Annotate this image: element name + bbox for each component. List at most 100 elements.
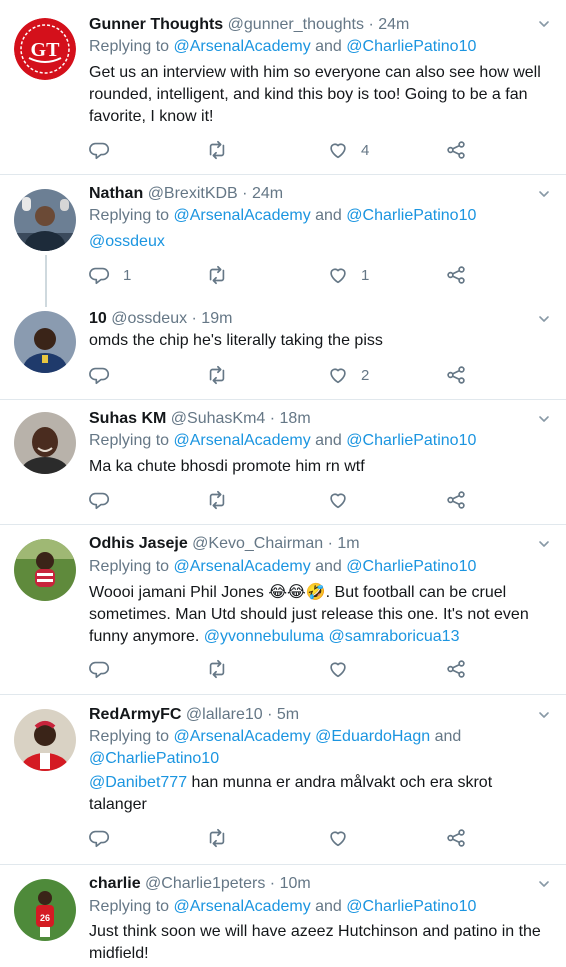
replying-and: and — [310, 898, 347, 915]
heart-icon — [327, 658, 349, 680]
share-icon — [445, 489, 467, 511]
tweet-header: 10 @ossdeux · 19m — [89, 308, 536, 330]
tweet-item[interactable]: Suhas KM @SuhasKm4 · 18m Replying to @Ar… — [0, 400, 566, 524]
reply-button[interactable] — [89, 488, 123, 512]
mention-link[interactable]: @CharliePatino10 — [89, 750, 219, 767]
mention-link[interactable]: @CharliePatino10 — [346, 432, 476, 449]
tweet-text: Ma ka chute bhosdi promote him rn wtf — [89, 458, 365, 475]
tweet-item[interactable]: GT Gunner Thoughts @gunner_thoughts · 24… — [0, 0, 566, 182]
display-name[interactable]: RedArmyFC — [89, 706, 181, 723]
svg-text:26: 26 — [40, 913, 50, 923]
tweet-item[interactable]: 10 @ossdeux · 19m omds the chip he's lit… — [0, 300, 566, 398]
mention-link[interactable]: @ArsenalAcademy — [174, 558, 311, 575]
heart-icon — [327, 364, 349, 386]
tweet-item[interactable]: RedArmyFC @lallare10 · 5m Replying to @A… — [0, 695, 566, 865]
like-button[interactable] — [327, 826, 361, 850]
tweet-item[interactable]: Odhis Jaseje @Kevo_Chairman · 1m Replyin… — [0, 525, 566, 695]
avatar[interactable]: GT — [14, 18, 76, 80]
mention-link[interactable]: @yvonnebuluma — [204, 628, 324, 645]
retweet-button[interactable] — [206, 138, 240, 162]
tweet-feed: GT Gunner Thoughts @gunner_thoughts · 24… — [0, 0, 566, 967]
like-button[interactable]: 1 — [327, 263, 369, 287]
mention-link[interactable]: @ArsenalAcademy — [174, 432, 311, 449]
chevron-down-icon[interactable] — [538, 18, 550, 30]
heart-icon — [327, 139, 349, 161]
mention-link[interactable]: @Danibet777 — [89, 774, 187, 791]
chevron-down-icon[interactable] — [538, 538, 550, 550]
tweet-header: Gunner Thoughts @gunner_thoughts · 24m — [89, 14, 536, 36]
retweet-button[interactable] — [206, 363, 240, 387]
like-button[interactable]: 2 — [327, 363, 369, 387]
reply-icon — [89, 364, 111, 386]
chevron-down-icon[interactable] — [538, 878, 550, 890]
mention-link[interactable]: @CharliePatino10 — [346, 38, 476, 55]
retweet-button[interactable] — [206, 657, 240, 681]
tweet-header: RedArmyFC @lallare10 · 5m — [89, 704, 536, 726]
mention-link[interactable]: @ArsenalAcademy — [174, 898, 311, 915]
tweet-text: @Danibet777 han munna er andra målvakt o… — [89, 772, 548, 816]
mention-link[interactable]: @CharliePatino10 — [346, 207, 476, 224]
share-button[interactable] — [445, 488, 467, 512]
like-button[interactable]: 4 — [327, 138, 369, 162]
avatar[interactable] — [14, 412, 76, 474]
mention-link[interactable]: @ArsenalAcademy — [174, 207, 311, 224]
avatar[interactable]: 26 — [14, 879, 76, 941]
chevron-down-icon[interactable] — [538, 188, 550, 200]
like-button[interactable] — [327, 488, 361, 512]
chevron-down-icon[interactable] — [538, 709, 550, 721]
retweet-icon — [206, 827, 228, 849]
share-button[interactable] — [445, 263, 467, 287]
reply-button[interactable] — [89, 138, 123, 162]
replying-to: Replying to @ArsenalAcademy and @Charlie… — [89, 36, 552, 58]
avatar[interactable] — [14, 709, 76, 771]
display-name[interactable]: Suhas KM — [89, 410, 166, 427]
chevron-down-icon[interactable] — [538, 413, 550, 425]
mention-link[interactable]: @ossdeux — [89, 233, 165, 250]
share-button[interactable] — [445, 657, 467, 681]
tweet-header: charlie @Charlie1peters · 10m — [89, 873, 536, 895]
reply-icon — [89, 827, 111, 849]
replying-prefix: Replying to — [89, 38, 174, 55]
avatar[interactable] — [14, 189, 76, 251]
avatar[interactable] — [14, 311, 76, 373]
reply-button[interactable] — [89, 363, 123, 387]
reply-button[interactable] — [89, 826, 123, 850]
display-name[interactable]: 10 — [89, 310, 107, 327]
mention-link[interactable]: @CharliePatino10 — [346, 898, 476, 915]
like-button[interactable] — [327, 657, 361, 681]
share-button[interactable] — [445, 363, 467, 387]
heart-icon — [327, 827, 349, 849]
share-button[interactable] — [445, 138, 467, 162]
replying-and: and — [310, 558, 347, 575]
mention-link[interactable]: @ArsenalAcademy — [174, 728, 311, 745]
like-count: 1 — [361, 266, 370, 284]
mention-link[interactable]: @ArsenalAcademy — [174, 38, 311, 55]
display-name[interactable]: Odhis Jaseje — [89, 535, 188, 552]
handle-time: @ossdeux · 19m — [111, 310, 233, 327]
reply-button[interactable] — [89, 657, 123, 681]
reply-button[interactable]: 1 — [89, 263, 131, 287]
replying-prefix: Replying to — [89, 207, 174, 224]
share-button[interactable] — [445, 826, 467, 850]
display-name[interactable]: Nathan — [89, 185, 143, 202]
tweet-item[interactable]: 26 charlie @Charlie1peters · 10m Replyin… — [0, 865, 566, 967]
share-icon — [445, 139, 467, 161]
chevron-down-icon[interactable] — [538, 313, 550, 325]
display-name[interactable]: charlie — [89, 875, 141, 892]
reply-count: 1 — [123, 266, 132, 284]
retweet-icon — [206, 364, 228, 386]
retweet-icon — [206, 489, 228, 511]
retweet-button[interactable] — [206, 826, 240, 850]
mention-link[interactable]: @EduardoHagn — [315, 728, 430, 745]
retweet-button[interactable] — [206, 263, 240, 287]
replying-prefix: Replying to — [89, 558, 174, 575]
handle-time: @Kevo_Chairman · 1m — [192, 535, 360, 552]
tweet-item[interactable]: Nathan @BrexitKDB · 24m Replying to @Ars… — [0, 175, 566, 307]
avatar[interactable] — [14, 539, 76, 601]
mention-link[interactable]: @CharliePatino10 — [346, 558, 476, 575]
replying-and: and — [430, 728, 462, 745]
tweet-text: Just think soon we will have azeez Hutch… — [89, 923, 541, 962]
display-name[interactable]: Gunner Thoughts — [89, 16, 223, 33]
mention-link[interactable]: @samraboricua13 — [329, 628, 460, 645]
retweet-button[interactable] — [206, 488, 240, 512]
